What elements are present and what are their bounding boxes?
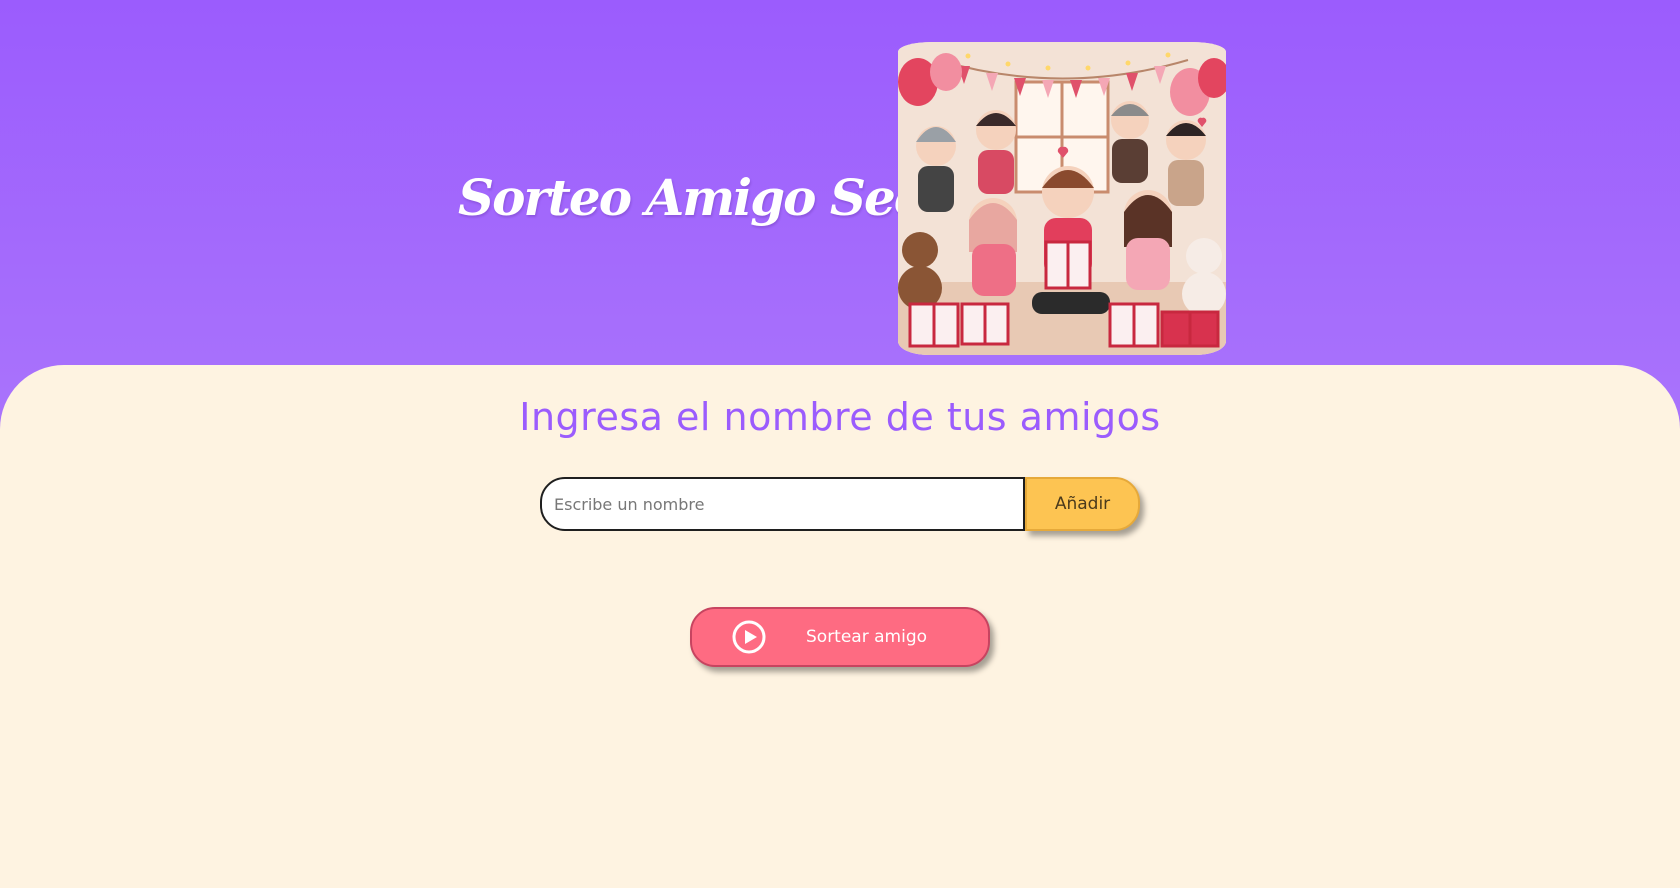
section-title: Ingresa el nombre de tus amigos [519,395,1161,439]
draw-button-label: Sortear amigo [806,627,928,647]
hero-illustration [898,42,1226,355]
friend-name-input[interactable] [540,477,1025,531]
draw-friend-button[interactable]: Sortear amigo [690,607,990,667]
page-header: Sorteo Amigo Secreto [0,0,1680,365]
add-button[interactable]: Añadir [1025,477,1140,531]
main-panel: Ingresa el nombre de tus amigos Añadir S… [0,365,1680,888]
play-circle-icon [732,620,766,654]
add-friend-form: Añadir [540,477,1140,531]
